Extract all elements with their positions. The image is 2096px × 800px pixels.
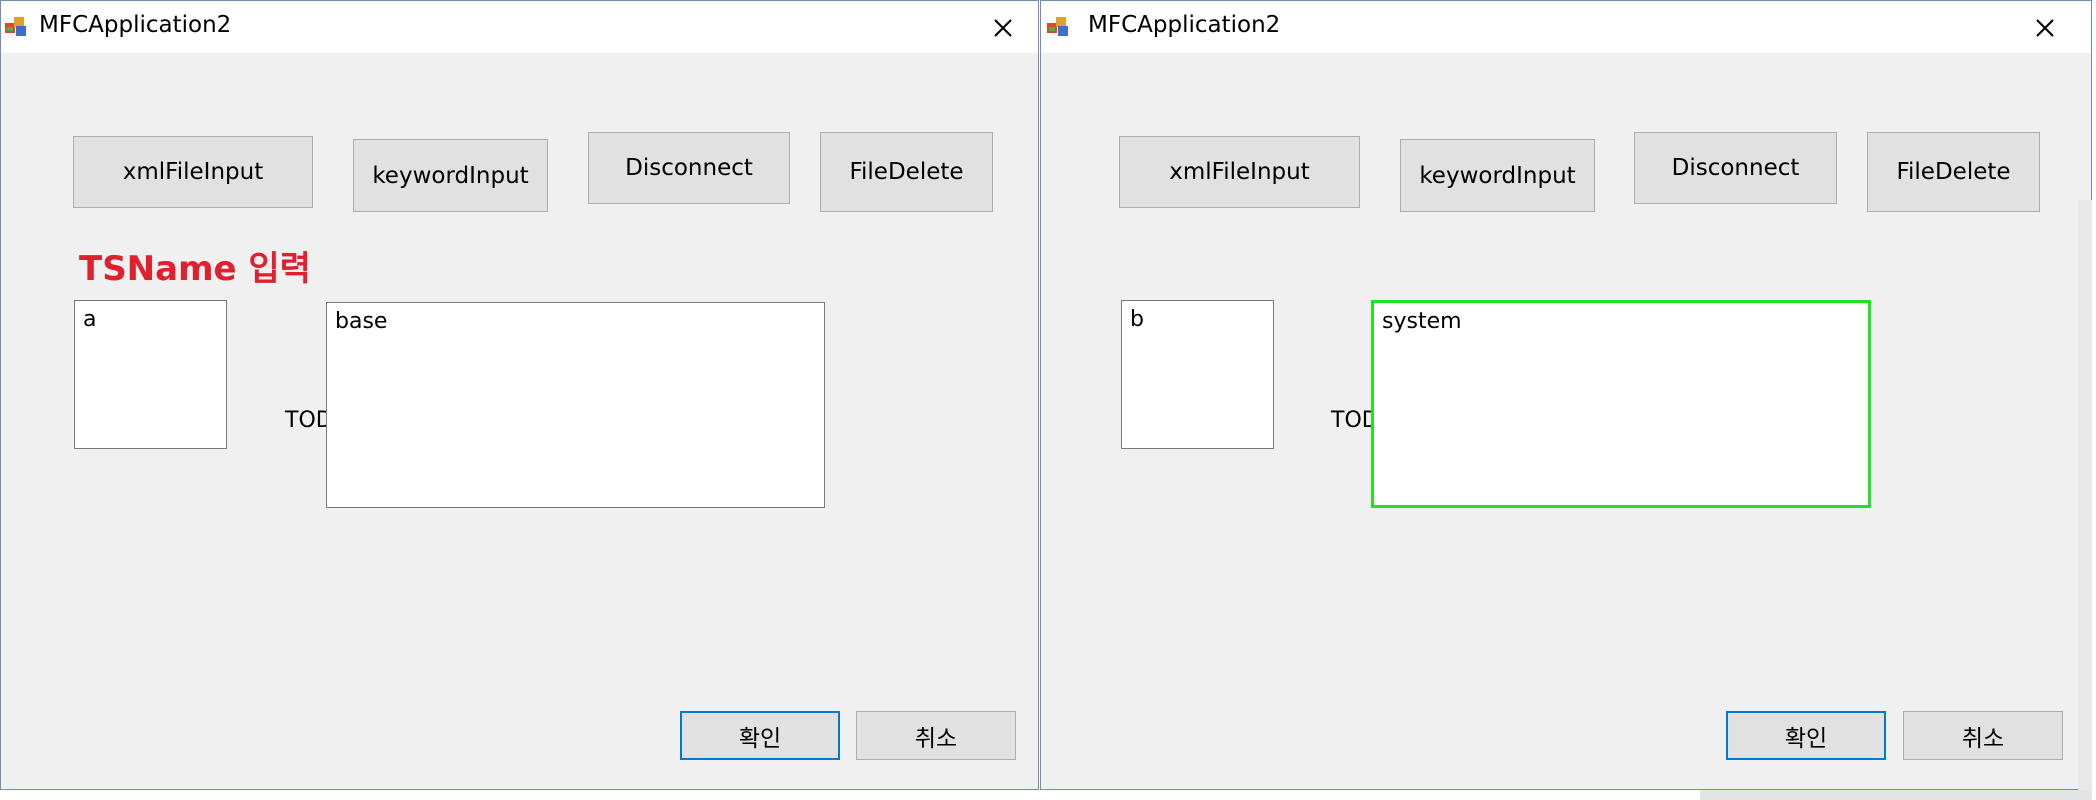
tod-edit[interactable]: base	[326, 302, 825, 508]
xml-file-input-button[interactable]: xmlFileInput	[73, 136, 313, 208]
window-title: MFCApplication2	[39, 12, 232, 38]
title-bar[interactable]: MFCApplication2	[1041, 1, 2091, 53]
keyword-input-button[interactable]: keywordInput	[353, 139, 548, 212]
title-bar[interactable]: MFCApplication2	[1, 1, 1038, 53]
xml-file-input-button[interactable]: xmlFileInput	[1119, 136, 1360, 208]
tod-edit-highlighted[interactable]: system	[1371, 300, 1871, 508]
background-window-edge	[2078, 200, 2092, 790]
window-title: MFCApplication2	[1088, 12, 1281, 38]
disconnect-button[interactable]: Disconnect	[588, 132, 790, 204]
background-window-edge	[1700, 790, 2092, 800]
file-delete-button[interactable]: FileDelete	[1867, 132, 2040, 212]
app-icon	[1047, 17, 1068, 36]
app-icon	[5, 17, 26, 36]
ok-button[interactable]: 확인	[680, 711, 840, 760]
tsname-edit[interactable]: a	[74, 300, 227, 449]
dialog-window-right: MFCApplication2 xmlFileInput keywordInpu…	[1040, 0, 2092, 790]
disconnect-button[interactable]: Disconnect	[1634, 132, 1837, 204]
close-icon[interactable]	[2027, 8, 2063, 46]
close-icon[interactable]	[985, 8, 1021, 46]
cancel-button[interactable]: 취소	[856, 711, 1016, 760]
tsname-heading: TSName 입력	[79, 249, 311, 289]
keyword-input-button[interactable]: keywordInput	[1400, 139, 1595, 212]
dialog-window-left: MFCApplication2 xmlFileInput keywordInpu…	[0, 0, 1039, 790]
ok-button[interactable]: 확인	[1726, 711, 1886, 760]
file-delete-button[interactable]: FileDelete	[820, 132, 993, 212]
cancel-button[interactable]: 취소	[1903, 711, 2063, 760]
tsname-edit[interactable]: b	[1121, 300, 1274, 449]
